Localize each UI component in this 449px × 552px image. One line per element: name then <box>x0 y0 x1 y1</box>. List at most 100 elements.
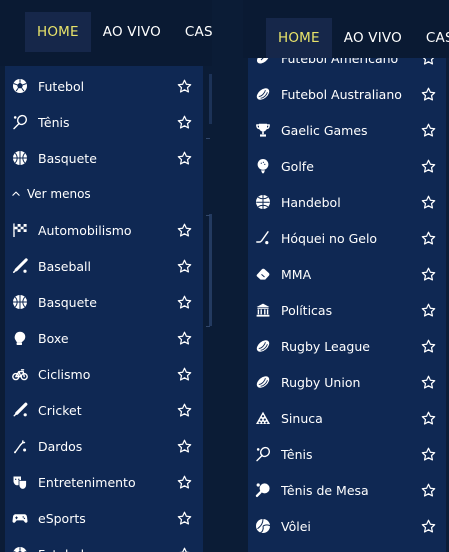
sport-label: Dardos <box>38 438 83 454</box>
sport-label: Automobilismo <box>38 222 132 238</box>
sport-item-politicas[interactable]: Políticas <box>248 292 447 328</box>
sport-item-esports[interactable]: eSports <box>5 500 203 536</box>
sport-label: Rugby Union <box>281 374 361 390</box>
favorite-star-icon[interactable] <box>176 150 192 166</box>
sport-item-futebol[interactable]: Futebol <box>5 68 203 104</box>
soccer-ball-icon <box>12 78 28 94</box>
sport-label: Golfe <box>281 158 314 174</box>
favorite-star-icon[interactable] <box>176 510 192 526</box>
favorite-star-icon[interactable] <box>420 122 436 138</box>
checkered-flag-icon <box>12 222 28 238</box>
nav-tab-ao-vivo[interactable]: AO VIVO <box>332 18 414 58</box>
sport-label: Entretenimento <box>38 474 136 490</box>
cricket-bat-icon <box>12 402 28 418</box>
favorite-star-icon[interactable] <box>420 338 436 354</box>
sport-label: Futebol <box>38 547 176 552</box>
favorite-star-icon[interactable] <box>176 546 192 552</box>
sport-label: Gaelic Games <box>281 122 368 138</box>
billiard-rack-icon <box>255 410 271 426</box>
nav-tab-ao-vivo[interactable]: AO VIVO <box>91 12 173 52</box>
sports-list-items: Futebol Tênis Basquete Ver menos Automobilis… <box>5 68 203 552</box>
sport-label: MMA <box>281 266 312 282</box>
government-building-icon <box>255 302 271 318</box>
golf-ball-icon <box>255 158 271 174</box>
sport-item-ciclismo[interactable]: Ciclismo <box>5 356 203 392</box>
chevron-up-icon <box>11 186 21 202</box>
sport-label: Basquete <box>38 294 97 310</box>
nav-tabs: HOME AO VIVO CASSI <box>25 12 212 52</box>
sport-item-tenis-de-mesa[interactable]: Tênis de Mesa <box>248 472 447 508</box>
sport-item-basquete[interactable]: Basquete <box>5 140 203 176</box>
sport-item-tenis[interactable]: Tênis <box>5 104 203 140</box>
favorite-star-icon[interactable] <box>420 374 436 390</box>
favorite-star-icon[interactable] <box>176 78 192 94</box>
divider <box>206 215 210 216</box>
sport-item-automobilismo[interactable]: Automobilismo <box>5 212 203 248</box>
sport-item-mma[interactable]: MMA <box>248 256 447 292</box>
sport-label: Hóquei no Gelo <box>281 230 378 246</box>
favorite-star-icon[interactable] <box>176 438 192 454</box>
favorite-star-icon[interactable] <box>420 302 436 318</box>
sport-item-handebol[interactable]: Handebol <box>248 184 447 220</box>
right-panel: HOME AO VIVO CASS Futebol AmericanoFuteb… <box>243 0 449 552</box>
sport-label: Handebol <box>281 194 341 210</box>
favorite-star-icon[interactable] <box>176 402 192 418</box>
sport-label: Vôlei <box>281 518 311 534</box>
sport-item-basquete[interactable]: Basquete <box>5 284 203 320</box>
favorite-star-icon[interactable] <box>420 230 436 246</box>
sport-item-hoquei-no-gelo[interactable]: Hóquei no Gelo <box>248 220 447 256</box>
top-navigation: HOME AO VIVO CASSI <box>0 0 212 66</box>
bicycle-icon <box>12 366 28 382</box>
favorite-star-icon[interactable] <box>420 518 436 534</box>
favorite-star-icon[interactable] <box>420 194 436 210</box>
favorite-star-icon[interactable] <box>176 474 192 490</box>
favorite-star-icon[interactable] <box>420 482 436 498</box>
favorite-star-icon[interactable] <box>420 266 436 282</box>
hockey-stick-icon <box>255 230 271 246</box>
favorite-star-icon[interactable] <box>176 222 192 238</box>
sport-label: Políticas <box>281 302 333 318</box>
nav-tab-home[interactable]: HOME <box>25 12 91 52</box>
sports-list: Futebol Tênis Basquete Ver menos Automobilis… <box>5 66 203 552</box>
favorite-star-icon[interactable] <box>176 330 192 346</box>
baseball-bat-icon <box>12 258 28 274</box>
nav-tab-cassino[interactable]: CASSI <box>173 12 212 52</box>
divider <box>206 326 210 327</box>
sport-item-baseball[interactable]: Baseball <box>5 248 203 284</box>
show-less-toggle[interactable]: Ver menos <box>5 176 203 212</box>
favorite-star-icon[interactable] <box>176 114 192 130</box>
favorite-star-icon[interactable] <box>420 158 436 174</box>
favorite-star-icon[interactable] <box>176 366 192 382</box>
sport-item-gaelic-games[interactable]: Gaelic Games <box>248 112 447 148</box>
sport-item-rugby-league[interactable]: Rugby League <box>248 328 447 364</box>
favorite-star-icon[interactable] <box>420 446 436 462</box>
favorite-star-icon[interactable] <box>420 410 436 426</box>
nav-tab-home[interactable]: HOME <box>266 18 332 58</box>
favorite-star-icon[interactable] <box>420 86 436 102</box>
sport-item-volei[interactable]: Vôlei <box>248 508 447 544</box>
sport-item-futebol-australiano[interactable]: Futebol Australiano <box>248 76 447 112</box>
sport-label: Sinuca <box>281 410 323 426</box>
favorite-star-icon[interactable] <box>176 294 192 310</box>
nav-tabs: HOME AO VIVO CASS <box>266 18 449 58</box>
sport-label: Rugby League <box>281 338 370 354</box>
sport-item-rugby-union[interactable]: Rugby Union <box>248 364 447 400</box>
scrollbar-thumb[interactable] <box>209 214 212 326</box>
sport-label: Basquete <box>38 150 97 166</box>
sport-item-golfe[interactable]: Golfe <box>248 148 447 184</box>
scrollbar[interactable] <box>209 74 212 124</box>
favorite-star-icon[interactable] <box>420 58 436 66</box>
sport-item-boxe[interactable]: Boxe <box>5 320 203 356</box>
sport-item-sinuca[interactable]: Sinuca <box>248 400 447 436</box>
sport-item-tenis[interactable]: Tênis <box>248 436 447 472</box>
sport-label: eSports <box>38 510 86 526</box>
sport-item-dardos[interactable]: Dardos <box>5 428 203 464</box>
sport-item-futebol-americano[interactable]: Futebol Americano <box>248 58 447 76</box>
sport-item-futebol[interactable]: Futebol <box>5 536 203 552</box>
sport-item-cricket[interactable]: Cricket <box>5 392 203 428</box>
favorite-star-icon[interactable] <box>176 258 192 274</box>
sport-item-entretenimento[interactable]: Entretenimento <box>5 464 203 500</box>
sport-label: Ciclismo <box>38 366 91 382</box>
sports-list: Futebol Americano Futebol Australiano Gael… <box>248 58 447 552</box>
nav-tab-cassino[interactable]: CASS <box>414 18 449 58</box>
